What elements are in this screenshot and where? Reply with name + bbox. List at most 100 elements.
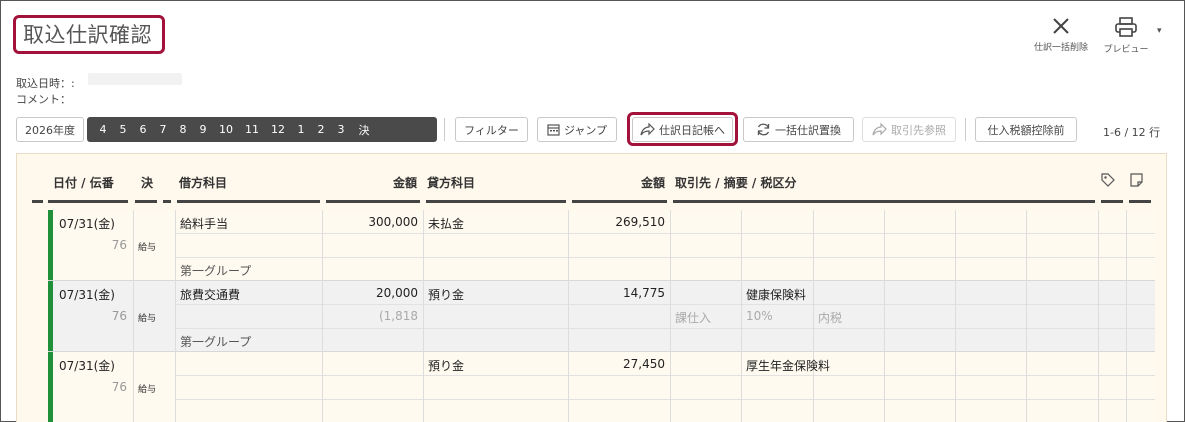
month-11[interactable]: 11 [239, 123, 265, 136]
jump-button[interactable]: ジャンプ [537, 117, 617, 142]
calendar-icon [547, 124, 560, 136]
header-rule [673, 200, 1095, 203]
filter-button[interactable]: フィルター [455, 117, 528, 142]
entry-number: 76 [111, 238, 127, 252]
credit-amount[interactable]: 27,450 [572, 357, 665, 371]
row-status-bar [48, 352, 53, 422]
credit-account[interactable]: 預り金 [428, 286, 464, 303]
col-divider [884, 210, 885, 422]
preview-label: プレビュー [1103, 45, 1149, 55]
col-divider [1098, 210, 1099, 422]
month-2[interactable]: 2 [311, 123, 331, 136]
col-divider [955, 210, 956, 422]
month-6[interactable]: 6 [133, 123, 153, 136]
col-divider [1126, 210, 1127, 422]
group-label: 第一グループ [180, 264, 252, 278]
preview-button[interactable]: プレビュー [1100, 16, 1152, 55]
import-date-label: 取込日時：: [16, 77, 75, 90]
header-rule [1129, 200, 1151, 203]
partner-reference-button[interactable]: 取引先参照 [862, 117, 956, 142]
month-closing[interactable]: 決 [351, 122, 377, 138]
preview-dropdown-icon[interactable]: ▾ [1157, 26, 1162, 36]
tax-inclusion[interactable]: 内税 [818, 309, 842, 326]
debit-amount[interactable]: 300,000 [326, 215, 418, 229]
month-1[interactable]: 1 [291, 123, 311, 136]
credit-account[interactable]: 預り金 [428, 357, 464, 374]
summary[interactable]: 健康保険料 [746, 286, 806, 303]
close-icon [1053, 18, 1069, 34]
header-rule [572, 200, 667, 203]
col-divider [423, 210, 424, 422]
delete-all-button[interactable]: 仕訳一括削除 [1030, 16, 1092, 53]
import-date-value [88, 73, 182, 85]
header-rule [1101, 200, 1123, 203]
header-rule [326, 200, 420, 203]
month-selector: 4 5 6 7 8 9 10 11 12 1 2 3 決 [87, 117, 437, 142]
col-debit-amount-header: 金額 [393, 176, 418, 190]
col-divider [175, 210, 176, 422]
toolbar-divider [444, 118, 445, 141]
refresh-icon [757, 123, 770, 136]
bulk-replace-label: 一括仕訳置換 [775, 123, 841, 137]
debit-account[interactable]: 旅費交通費 [180, 286, 240, 303]
toolbar-divider [965, 118, 966, 141]
delete-all-label: 仕訳一括削除 [1033, 43, 1088, 53]
jump-label: ジャンプ [563, 123, 608, 137]
fiscal-year-button[interactable]: 2026年度 [16, 117, 84, 142]
col-divider [813, 210, 814, 422]
credit-amount[interactable]: 14,775 [572, 286, 665, 300]
month-12[interactable]: 12 [265, 123, 291, 136]
entry-tag: 給与 [138, 243, 157, 253]
tax-rate[interactable]: 10% [746, 309, 773, 323]
group-label: 第一グループ [180, 335, 252, 349]
entry-number: 76 [111, 309, 127, 323]
to-journal-label: 仕訳日記帳へ [659, 123, 725, 137]
printer-icon [1115, 17, 1137, 37]
col-credit-account-header: 貸方科目 [427, 176, 476, 190]
month-8[interactable]: 8 [173, 123, 193, 136]
entry-date[interactable]: 07/31(金) [59, 215, 115, 232]
share-arrow-icon [640, 123, 655, 136]
tax-amount: (1,818 [378, 309, 418, 323]
entry-date[interactable]: 07/31(金) [59, 286, 115, 303]
col-debit-account-header: 借方科目 [179, 176, 228, 190]
col-settle-header: 決 [141, 176, 154, 190]
entry-date[interactable]: 07/31(金) [59, 357, 115, 374]
month-3[interactable]: 3 [331, 123, 351, 136]
bulk-replace-button[interactable]: 一括仕訳置換 [743, 117, 854, 142]
debit-account[interactable]: 給料手当 [180, 215, 228, 232]
share-arrow-icon [872, 123, 887, 136]
tag-icon[interactable] [1101, 173, 1115, 187]
credit-account[interactable]: 未払金 [428, 215, 464, 232]
memo-icon[interactable] [1130, 173, 1143, 187]
col-divider [133, 210, 134, 422]
month-5[interactable]: 5 [113, 123, 133, 136]
col-divider [741, 210, 742, 422]
debit-amount[interactable]: 20,000 [326, 286, 418, 300]
row-count: 1-6 / 12 行 [1103, 126, 1161, 139]
summary[interactable]: 厚生年金保険料 [746, 357, 830, 374]
tax-class[interactable]: 課仕入 [675, 309, 711, 326]
page-title: 取込仕訳確認 [23, 23, 152, 47]
header-rule [32, 200, 43, 203]
col-divider [322, 210, 323, 422]
col-credit-amount-header: 金額 [641, 176, 666, 190]
col-partner-header: 取引先 / 摘要 / 税区分 [675, 176, 797, 190]
month-10[interactable]: 10 [213, 123, 239, 136]
col-divider [1026, 210, 1027, 422]
col-divider [568, 210, 569, 422]
header-rule [48, 200, 128, 203]
month-9[interactable]: 9 [193, 123, 213, 136]
month-4[interactable]: 4 [93, 123, 113, 136]
tax-mode-button[interactable]: 仕入税額控除前 [975, 117, 1077, 142]
month-7[interactable]: 7 [153, 123, 173, 136]
row-status-bar [48, 210, 53, 280]
credit-amount[interactable]: 269,510 [572, 215, 665, 229]
header-rule [177, 200, 320, 203]
row-status-bar [48, 281, 53, 351]
to-journal-button[interactable]: 仕訳日記帳へ [632, 117, 733, 142]
col-divider [670, 210, 671, 422]
col-date-header: 日付 / 伝番 [53, 176, 114, 190]
entry-tag: 給与 [138, 314, 157, 324]
entry-tag: 給与 [138, 385, 157, 395]
